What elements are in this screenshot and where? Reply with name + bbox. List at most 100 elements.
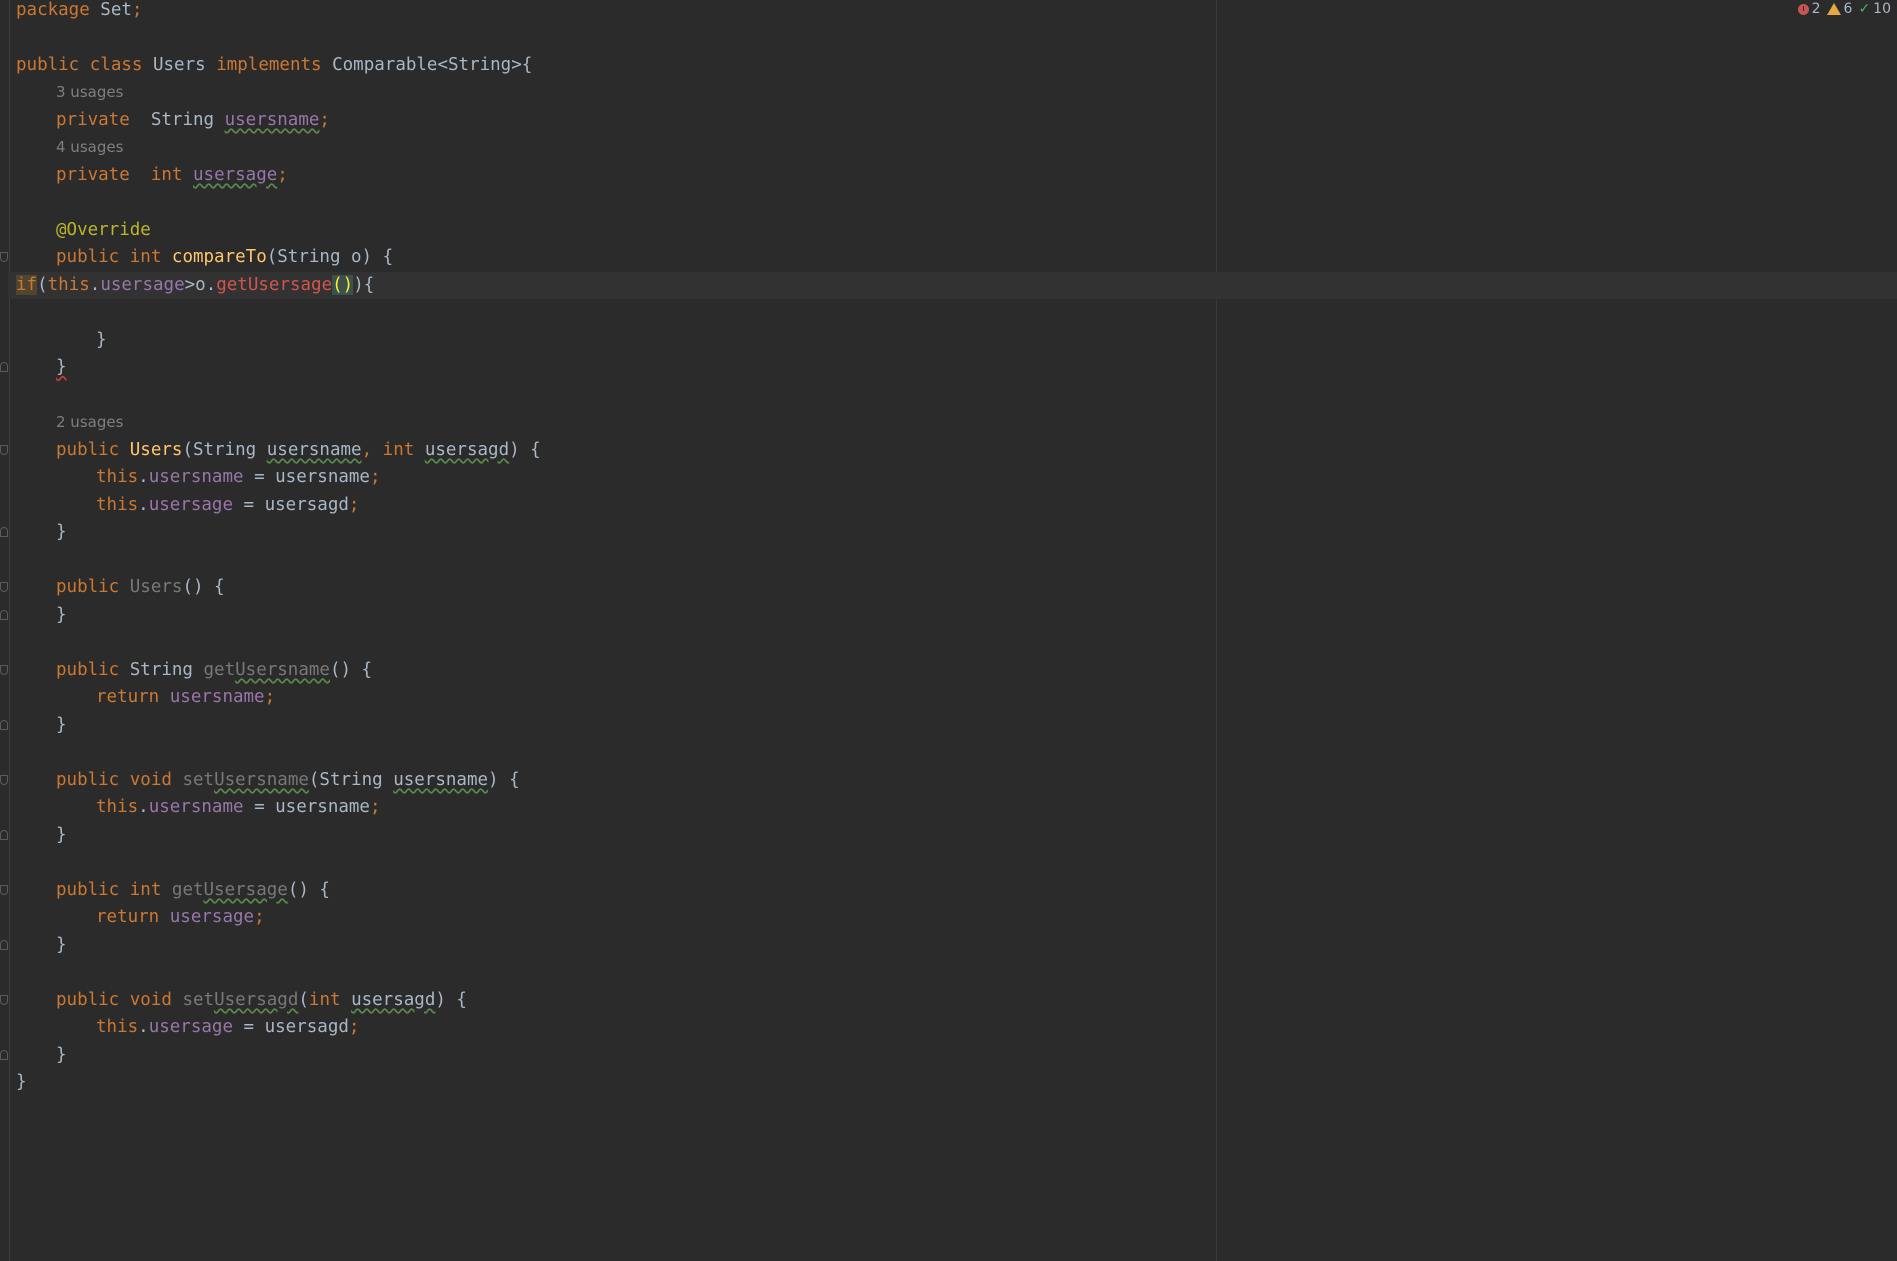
token: = usersname — [243, 467, 370, 487]
usages-hint[interactable]: 2 usages — [16, 409, 1897, 437]
code-line[interactable]: this.usersage = usersagd; — [16, 492, 1897, 520]
code-line-blank[interactable] — [16, 189, 1897, 217]
token: ) { — [488, 769, 520, 790]
code-line[interactable]: } — [0, 932, 1897, 960]
fold-marker-icon[interactable] — [0, 994, 8, 1005]
code-line-blank[interactable] — [16, 299, 1897, 327]
code-line[interactable]: private int usersage; — [16, 162, 1897, 190]
code-line-current[interactable]: if(this.usersage>o.getUsersage()){ — [8, 271, 1897, 299]
fold-marker-icon[interactable] — [0, 829, 8, 840]
fold-marker-icon[interactable] — [0, 252, 8, 262]
token: (String o) { — [266, 247, 394, 267]
code-line[interactable]: public void setUsersagd(int usersagd) { — [0, 987, 1897, 1015]
fold-marker-icon[interactable] — [0, 774, 8, 785]
token: public void — [56, 989, 172, 1010]
code-line[interactable]: public int getUsersage() { — [0, 877, 1897, 905]
fold-marker-icon[interactable] — [0, 719, 8, 730]
code-line[interactable]: public Users(String usersname, int users… — [0, 437, 1897, 465]
code-line[interactable]: } — [0, 602, 1897, 630]
code-line[interactable]: this.usersname = usersname; — [16, 794, 1897, 822]
fold-marker-icon[interactable] — [0, 1049, 8, 1060]
code-line[interactable]: public int compareTo(String o) { — [0, 244, 1897, 272]
token: usersage — [148, 494, 233, 515]
token: usersage — [169, 907, 255, 927]
fold-marker-icon[interactable] — [0, 527, 8, 537]
token: ; — [264, 687, 276, 707]
token: = usersagd — [233, 1017, 349, 1037]
code-line[interactable]: this.usersage = usersagd; — [16, 1014, 1897, 1042]
code-line-blank[interactable] — [16, 382, 1897, 410]
code-line[interactable]: } — [0, 712, 1897, 740]
token: ; — [348, 1017, 360, 1037]
token: usersname — [393, 769, 489, 790]
token: if — [16, 274, 38, 295]
code-line[interactable]: public class Users implements Comparable… — [16, 52, 1897, 80]
token: int — [150, 164, 183, 185]
code-line[interactable]: } — [0, 519, 1897, 547]
token: (String — [182, 439, 267, 460]
token: usersagd — [351, 989, 436, 1010]
code-editor[interactable]: 2 6 ✓ 10 package Set; public class Users… — [0, 0, 1897, 1261]
token: Usersage — [203, 879, 288, 900]
token: Set — [89, 0, 132, 20]
token: Usersagd — [214, 989, 299, 1010]
usages-hint[interactable]: 3 usages — [16, 79, 1897, 107]
token: private — [56, 164, 130, 185]
code-line[interactable]: public String getUsersname() { — [0, 657, 1897, 685]
fold-marker-icon[interactable] — [0, 362, 8, 372]
token: getUsersage — [216, 274, 333, 295]
token: ; — [254, 907, 265, 927]
fold-marker-icon[interactable] — [0, 582, 8, 592]
token: () — [332, 274, 354, 295]
fold-marker-icon[interactable] — [0, 664, 8, 675]
code-line-blank[interactable] — [16, 959, 1897, 987]
token: } — [56, 357, 67, 377]
code-line[interactable]: } — [16, 1069, 1897, 1097]
token: set — [182, 769, 215, 790]
code-line-blank[interactable] — [16, 739, 1897, 767]
code-line[interactable]: return usersname; — [16, 684, 1897, 712]
fold-marker-icon[interactable] — [0, 609, 8, 620]
code-line-blank[interactable] — [16, 24, 1897, 52]
token: get — [171, 879, 204, 900]
fold-marker-icon[interactable] — [0, 884, 8, 895]
token: ( — [37, 274, 48, 295]
token: public int — [56, 247, 162, 267]
code-line[interactable]: } — [0, 354, 1897, 382]
token: this — [96, 1017, 139, 1037]
token: Users — [129, 439, 183, 460]
code-line[interactable]: } — [0, 822, 1897, 850]
token: compareTo — [171, 247, 267, 267]
code-line[interactable]: package Set; — [16, 0, 1897, 24]
fold-marker-icon[interactable] — [0, 939, 8, 950]
code-line[interactable]: } — [0, 1042, 1897, 1070]
code-line[interactable]: public Users() { — [0, 574, 1897, 602]
token: String — [119, 659, 204, 680]
code-line[interactable]: return usersage; — [16, 904, 1897, 932]
code-line[interactable]: } — [16, 327, 1897, 355]
code-line[interactable]: @Override — [16, 217, 1897, 245]
code-line-blank[interactable] — [16, 547, 1897, 575]
code-line[interactable]: private String usersname; — [16, 107, 1897, 135]
code-area[interactable]: package Set; public class Users implemen… — [0, 0, 1897, 1097]
token: Usersname — [214, 769, 309, 790]
token: usersname — [169, 687, 265, 707]
token: usersname — [224, 109, 320, 130]
code-line[interactable]: this.usersname = usersname; — [16, 464, 1897, 492]
token: } — [56, 522, 67, 542]
fold-marker-icon[interactable] — [0, 444, 8, 455]
token: . — [138, 1017, 149, 1037]
code-line-blank[interactable] — [16, 849, 1897, 877]
code-line-blank[interactable] — [16, 629, 1897, 657]
token: } — [56, 824, 67, 845]
token: usersagd — [424, 439, 510, 460]
token: get — [203, 659, 236, 680]
token: ; — [369, 467, 381, 487]
usages-hint[interactable]: 4 usages — [16, 134, 1897, 162]
token: return — [96, 687, 160, 707]
code-line[interactable]: public void setUsersname(String usersnam… — [0, 767, 1897, 795]
